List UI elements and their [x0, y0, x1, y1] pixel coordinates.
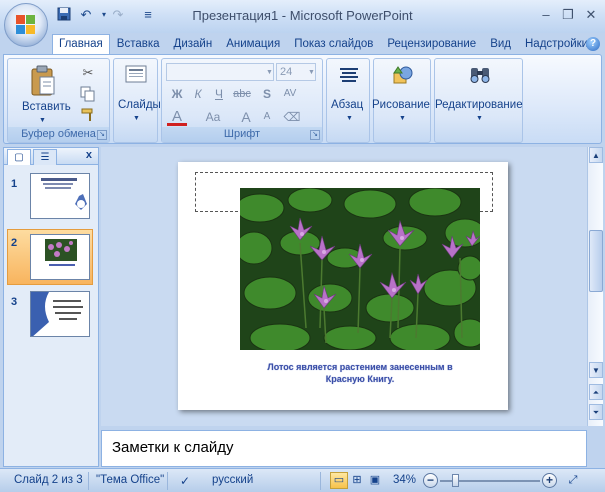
paragraph-label: Абзац: [331, 99, 364, 111]
strikethrough-button[interactable]: abc: [232, 85, 252, 103]
font-color-button[interactable]: A: [167, 108, 187, 126]
close-button[interactable]: ✕: [580, 6, 602, 24]
format-painter-icon[interactable]: [80, 107, 96, 123]
slide-sorter-view-icon[interactable]: ⊞: [348, 472, 366, 489]
tab-animation[interactable]: Анимация: [219, 34, 287, 54]
title-bar: ↶ ▾ ↷ ≡ Презентация1 - Microsoft PowerPo…: [0, 0, 605, 47]
editing-label: Редактирование: [435, 99, 523, 111]
paragraph-icon: [340, 68, 358, 82]
language-status[interactable]: русский: [212, 474, 253, 486]
slides-label: Слайды: [118, 99, 161, 111]
status-separator: [167, 472, 168, 490]
slide-thumbnail-2[interactable]: [30, 234, 90, 280]
help-icon[interactable]: ?: [586, 37, 600, 51]
scroll-down-icon[interactable]: ▼: [589, 362, 603, 378]
zoom-slider-thumb[interactable]: [452, 474, 459, 487]
ribbon: Вставить ▼ ✂ Буфер обмена ↘ Слайды ▼ ▼ 2…: [3, 54, 602, 144]
grow-font-button[interactable]: A: [236, 108, 256, 126]
slide-caption[interactable]: Лотос является растением занесенным в Кр…: [248, 361, 472, 385]
theme-status[interactable]: "Тема Office": [96, 474, 164, 486]
slides-pane: ▢ ☰ x 1 2 3: [3, 147, 99, 467]
tab-insert[interactable]: Вставка: [110, 34, 167, 54]
status-separator: [88, 472, 89, 490]
scroll-up-icon[interactable]: ▲: [589, 147, 603, 163]
tab-review[interactable]: Рецензирование: [380, 34, 483, 54]
editing-dropdown-icon: ▼: [476, 115, 483, 122]
tab-home[interactable]: Главная: [52, 34, 110, 55]
status-separator: [320, 472, 321, 490]
text-shadow-button[interactable]: S: [257, 85, 277, 103]
zoom-in-icon[interactable]: +: [542, 473, 557, 488]
paste-icon: [31, 65, 55, 96]
slides-group[interactable]: Слайды ▼: [113, 58, 161, 143]
pane-tabs: ▢ ☰ x: [4, 148, 98, 165]
restore-button[interactable]: ❐: [557, 6, 579, 24]
slide-thumbnail-1[interactable]: [30, 173, 90, 219]
ribbon-tabs: Главная Вставка Дизайн Анимация Показ сл…: [52, 34, 595, 55]
slide-thumbnail-3[interactable]: [30, 291, 90, 337]
window-title: Презентация1 - Microsoft PowerPoint: [192, 8, 413, 23]
clipboard-group: Вставить ▼ ✂ Буфер обмена ↘: [7, 58, 110, 143]
tab-addins[interactable]: Надстройки: [518, 34, 595, 54]
normal-view-icon[interactable]: ▭: [330, 472, 348, 489]
status-bar: Слайд 2 из 3 "Тема Office" ✓ русский ▭ ⊞…: [0, 468, 605, 492]
slide-number: 3: [11, 296, 18, 308]
character-spacing-button[interactable]: AV: [280, 85, 300, 103]
drawing-dropdown-icon: ▼: [399, 115, 406, 122]
clipboard-group-label: Буфер обмена: [8, 127, 109, 142]
font-group-label: Шрифт: [162, 127, 322, 142]
fit-to-window-icon[interactable]: ⤢: [564, 472, 582, 489]
paragraph-dropdown-icon: ▼: [346, 115, 353, 122]
zoom-level[interactable]: 34%: [393, 474, 416, 486]
slide-number: 1: [11, 178, 18, 190]
office-button[interactable]: [4, 3, 48, 47]
drawing-shapes-icon: [393, 66, 413, 84]
paste-dropdown-icon: ▼: [39, 117, 46, 124]
slides-tab-icon[interactable]: ▢: [7, 149, 31, 165]
italic-button[interactable]: К: [188, 85, 208, 103]
notes-placeholder: Заметки к слайду: [112, 439, 234, 456]
underline-button[interactable]: Ч: [209, 85, 229, 103]
tab-view[interactable]: Вид: [483, 34, 518, 54]
font-group: ▼ 24 ▼ Ж К Ч abc S AV A Aa A A ⌫ Шрифт ↘: [161, 58, 323, 143]
lotus-photo[interactable]: [240, 188, 480, 350]
office-logo-icon: [16, 15, 36, 35]
shrink-font-button[interactable]: A: [257, 108, 277, 126]
clear-formatting-icon[interactable]: ⌫: [282, 108, 302, 126]
paste-label: Вставить: [22, 101, 71, 113]
vertical-scrollbar[interactable]: ▲ ▼ ⏶ ⏷: [587, 147, 603, 426]
font-name-input[interactable]: [166, 63, 274, 81]
slides-dropdown-icon: ▼: [133, 115, 140, 122]
drawing-label: Рисование: [372, 99, 430, 111]
font-launcher-icon[interactable]: ↘: [310, 130, 320, 140]
binoculars-icon: [470, 68, 490, 83]
slides-icon: [125, 65, 147, 83]
clipboard-launcher-icon[interactable]: ↘: [97, 130, 107, 140]
change-case-button[interactable]: Aa: [200, 108, 226, 126]
bold-button[interactable]: Ж: [167, 85, 187, 103]
minimize-button[interactable]: –: [535, 6, 557, 24]
slideshow-view-icon[interactable]: ▣: [366, 472, 384, 489]
font-name-dropdown-icon[interactable]: ▼: [266, 69, 273, 76]
paragraph-group[interactable]: Абзац ▼: [326, 58, 370, 143]
previous-slide-icon[interactable]: ⏶: [589, 384, 603, 400]
slide-number: 2: [11, 237, 18, 249]
scroll-thumb[interactable]: [589, 230, 603, 292]
paste-button[interactable]: Вставить ▼: [22, 65, 71, 133]
pane-close-icon[interactable]: x: [86, 149, 92, 161]
spellcheck-icon[interactable]: ✓: [180, 474, 190, 488]
zoom-out-icon[interactable]: −: [423, 473, 438, 488]
editing-group[interactable]: Редактирование ▼: [434, 58, 523, 143]
tab-design[interactable]: Дизайн: [167, 34, 220, 54]
next-slide-icon[interactable]: ⏷: [589, 404, 603, 420]
drawing-group[interactable]: Рисование ▼: [372, 58, 431, 143]
outline-tab-icon[interactable]: ☰: [33, 149, 57, 165]
cut-icon[interactable]: ✂: [80, 65, 96, 81]
slide-count-status: Слайд 2 из 3: [14, 474, 83, 486]
copy-icon[interactable]: [80, 86, 96, 102]
font-size-dropdown-icon[interactable]: ▼: [308, 69, 315, 76]
tab-slideshow[interactable]: Показ слайдов: [287, 34, 380, 54]
notes-pane[interactable]: Заметки к слайду: [101, 430, 587, 467]
